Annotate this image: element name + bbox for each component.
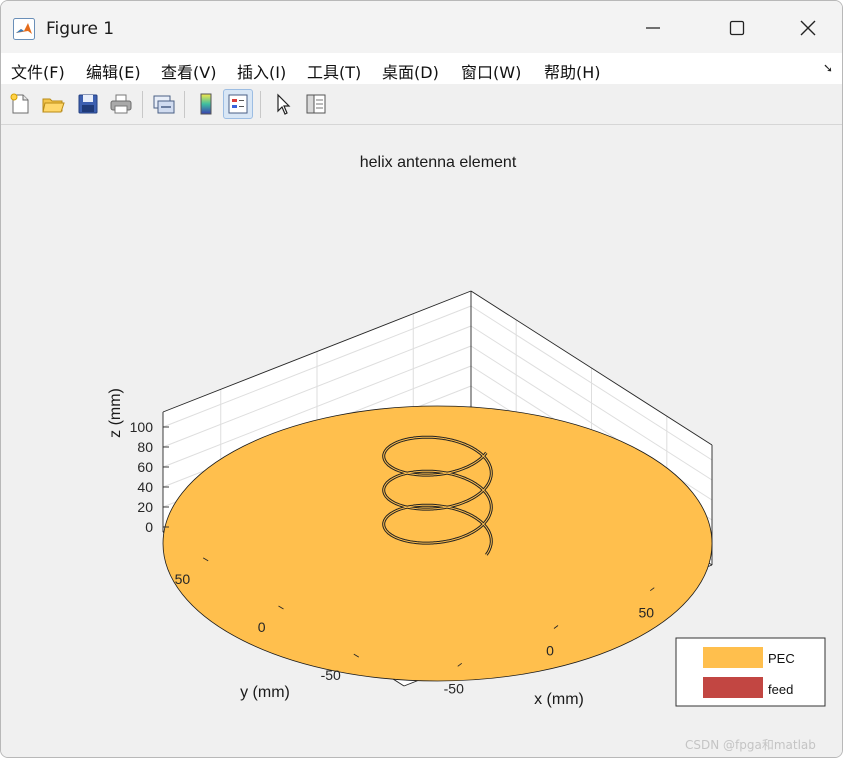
legend-swatch-feed [703,677,763,698]
edit-plot-button[interactable] [267,89,297,119]
insert-colorbar-icon [200,93,212,115]
x-axis-label: x (mm) [534,691,584,708]
figure-window: Figure 1 文件(F) 编辑(E) 查看(V) 插入(I) 工具(T) 桌… [0,0,843,758]
close-button[interactable] [779,9,837,47]
x-tick-label: 50 [638,605,654,621]
open-file-button[interactable] [38,89,68,119]
figure-canvas: -50 0 50 -50 0 50 0 20 40 60 80 100 helix antenna e… [1,125,842,757]
maximize-button[interactable] [708,9,766,47]
y-tick-label: 50 [175,571,191,587]
insert-colorbar-button[interactable] [191,89,221,119]
y-axis-label: y (mm) [240,684,290,701]
new-figure-button[interactable] [5,89,35,119]
property-inspector-icon [306,94,326,114]
z-tick-label: 40 [137,479,153,495]
legend[interactable]: PEC feed [675,637,826,707]
watermark: CSDN @fpga和matlab [685,738,816,752]
maximize-icon [729,20,745,36]
window-title: Figure 1 [46,19,115,39]
minimize-icon [646,27,660,29]
dock-arrow-icon[interactable]: ➘ [823,61,833,75]
legend-swatch-pec [703,647,763,668]
insert-legend-icon [228,94,248,114]
menu-window[interactable]: 窗口(W) [461,59,521,83]
menu-tools[interactable]: 工具(T) [307,59,361,83]
new-figure-icon [10,93,29,114]
legend-label-feed: feed [768,682,793,697]
z-tick-label: 20 [137,499,153,515]
z-tick-label: 60 [137,459,153,475]
title-bar: Figure 1 [1,1,842,53]
menu-view[interactable]: 查看(V) [161,59,216,83]
menu-bar: 文件(F) 编辑(E) 查看(V) 插入(I) 工具(T) 桌面(D) 窗口(W… [1,53,842,84]
x-tick-label: 0 [546,643,554,659]
save-icon [78,94,98,114]
axes-3d[interactable]: -50 0 50 -50 0 50 0 20 40 60 80 100 helix antenna e… [1,125,842,757]
link-plot-icon [153,95,175,114]
toolbar [1,85,842,125]
menu-help[interactable]: 帮助(H) [544,59,601,83]
legend-label-pec: PEC [768,651,795,666]
z-tick-label: 0 [145,519,153,535]
chart-title: helix antenna element [360,154,517,171]
y-tick-label: -50 [321,667,341,683]
print-button[interactable] [106,89,136,119]
property-inspector-button[interactable] [301,89,331,119]
y-tick-label: 0 [258,619,266,635]
x-tick-label: -50 [444,680,464,696]
minimize-button[interactable] [624,9,682,47]
toolbar-separator [260,91,261,118]
menu-insert[interactable]: 插入(I) [237,59,286,83]
open-file-icon [42,98,65,113]
close-icon [800,20,816,36]
link-plot-button[interactable] [149,89,179,119]
matlab-logo-icon [13,18,35,40]
edit-plot-icon [277,93,291,115]
insert-legend-button[interactable] [223,89,253,119]
z-tick-label: 80 [137,439,153,455]
menu-desktop[interactable]: 桌面(D) [382,59,439,83]
z-axis-label: z (mm) [107,388,124,438]
menu-edit[interactable]: 编辑(E) [86,59,141,83]
toolbar-separator [142,91,143,118]
toolbar-separator [184,91,185,118]
z-tick-label: 100 [130,419,154,435]
menu-file[interactable]: 文件(F) [11,59,65,83]
print-icon [110,94,132,114]
save-button[interactable] [73,89,103,119]
